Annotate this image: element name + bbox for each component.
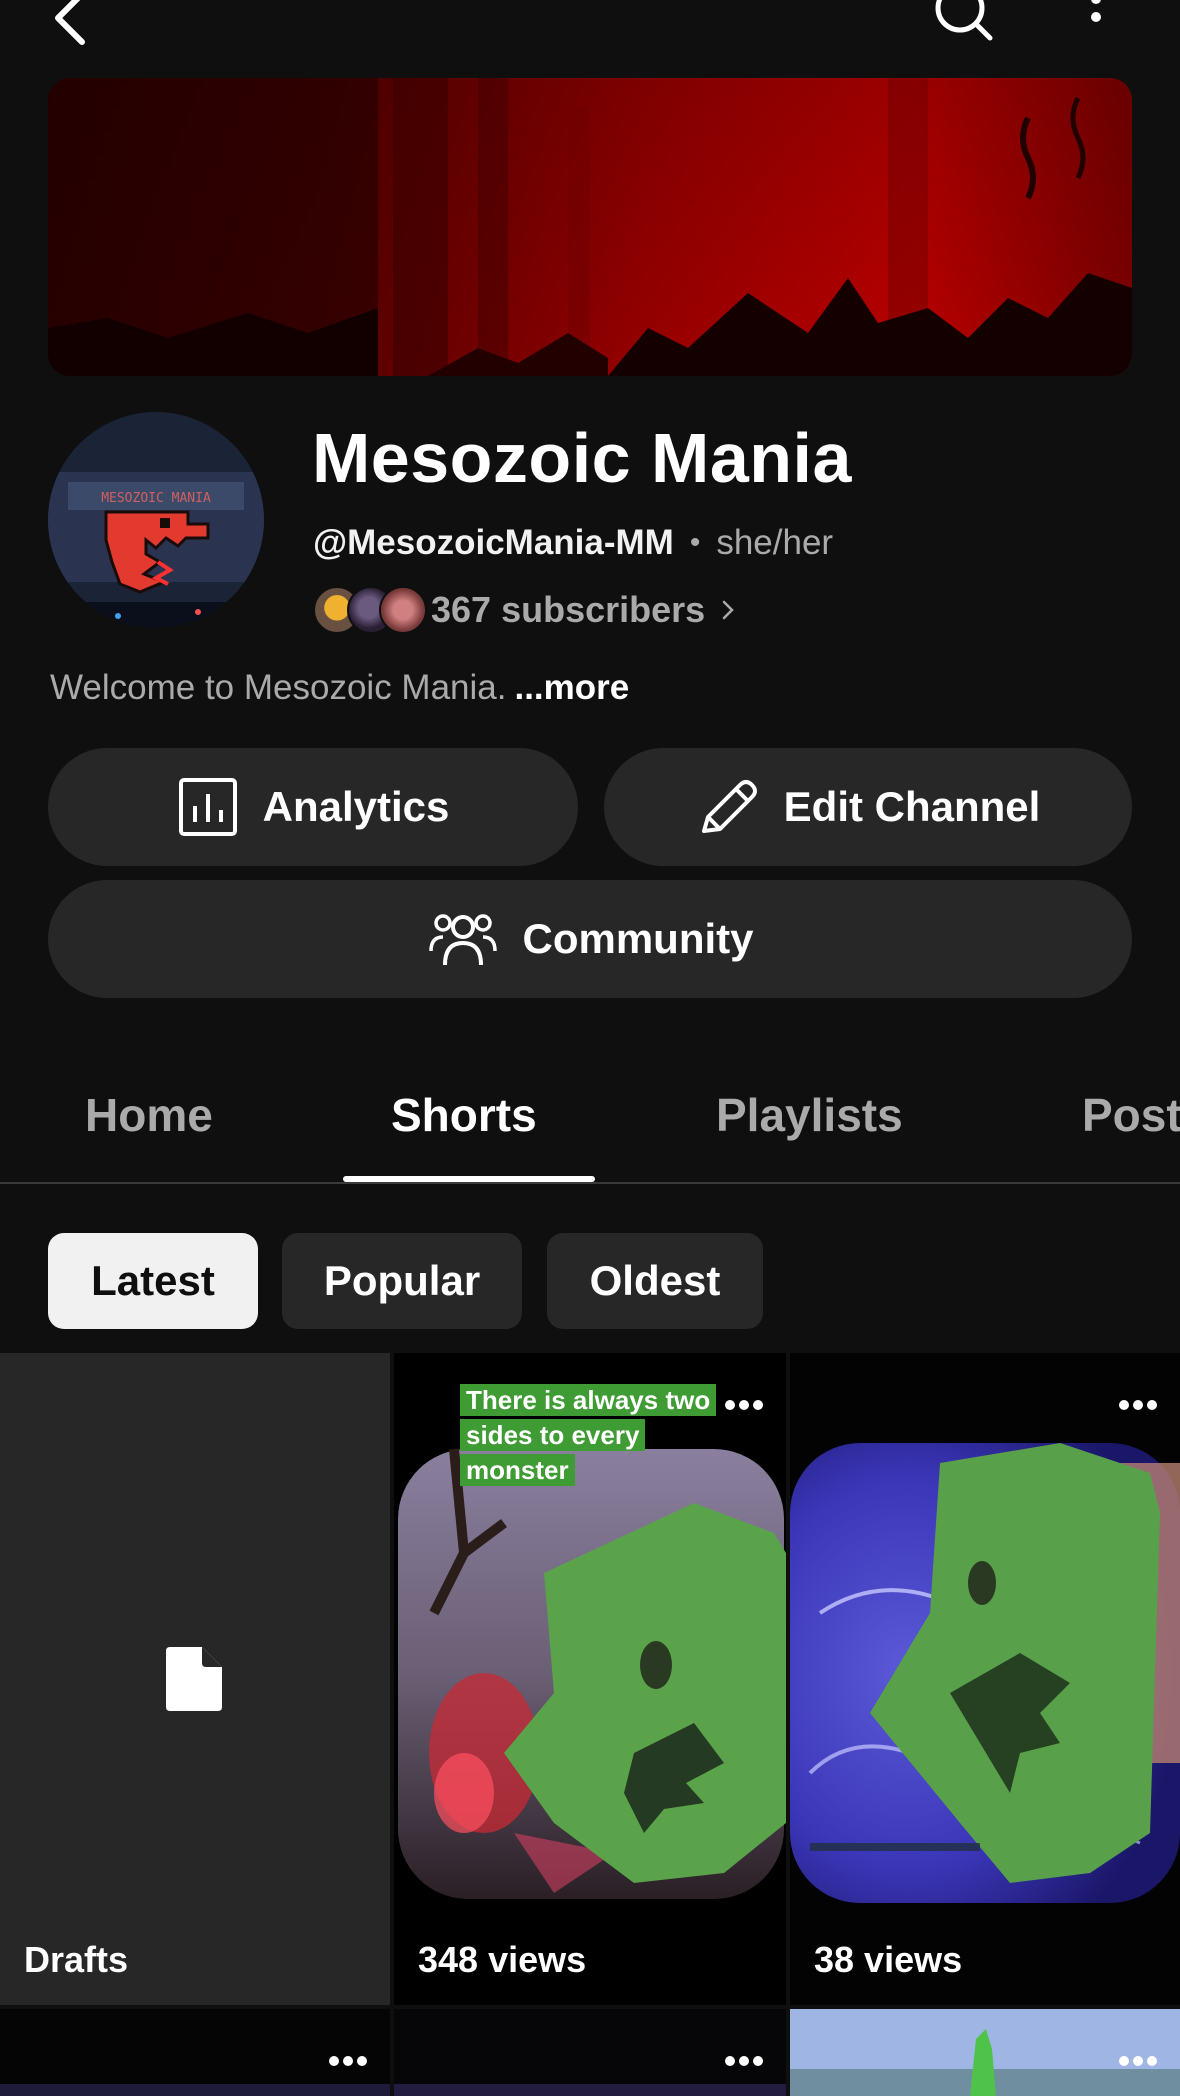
more-horizontal-icon[interactable] bbox=[328, 2055, 368, 2067]
more-vertical-icon[interactable] bbox=[1080, 0, 1112, 50]
chip-latest[interactable]: Latest bbox=[48, 1233, 258, 1329]
short-thumbnail[interactable] bbox=[0, 2009, 390, 2096]
drafts-label: Drafts bbox=[24, 1939, 129, 1980]
more-horizontal-icon[interactable] bbox=[724, 2055, 764, 2067]
drafts-tile[interactable]: Drafts bbox=[0, 1353, 390, 2005]
tab-shorts[interactable]: Shorts bbox=[391, 1088, 537, 1142]
tab-posts[interactable]: Posts bbox=[1082, 1088, 1180, 1142]
short-thumbnail-image bbox=[790, 1443, 1180, 1903]
short-thumbnail-image bbox=[790, 2009, 1180, 2096]
pencil-icon bbox=[701, 780, 757, 833]
short-caption-text: There is always two sides to every monst… bbox=[460, 1384, 717, 1486]
tab-playlists[interactable]: Playlists bbox=[716, 1088, 903, 1142]
separator-dot: • bbox=[689, 526, 701, 559]
channel-description[interactable]: Welcome to Mesozoic Mania. ...more bbox=[50, 668, 629, 708]
analytics-icon bbox=[178, 778, 237, 836]
chip-oldest[interactable]: Oldest bbox=[547, 1233, 763, 1329]
channel-pronouns: she/her bbox=[716, 523, 834, 562]
chip-popular[interactable]: Popular bbox=[282, 1233, 522, 1329]
more-horizontal-icon[interactable] bbox=[724, 1399, 764, 1411]
subscribers-link[interactable]: 367 subscribers bbox=[313, 584, 735, 636]
search-icon[interactable] bbox=[928, 0, 998, 46]
subscriber-count: 367 subscribers bbox=[431, 589, 706, 630]
active-tab-indicator bbox=[343, 1176, 595, 1182]
edit-channel-button[interactable]: Edit Channel bbox=[604, 748, 1132, 866]
chevron-right-icon bbox=[722, 600, 734, 620]
channel-handle-row: @MesozoicMania-MM • she/her bbox=[313, 523, 833, 563]
more-horizontal-icon[interactable] bbox=[1118, 2055, 1158, 2067]
tab-home[interactable]: Home bbox=[85, 1088, 213, 1142]
chevron-left-icon[interactable] bbox=[44, 0, 100, 46]
channel-tabs: Home Shorts Playlists Posts bbox=[0, 1050, 1180, 1184]
channel-avatar[interactable]: MESOZOIC MANIA bbox=[48, 412, 264, 628]
short-thumbnail[interactable] bbox=[790, 2009, 1180, 2096]
community-icon bbox=[428, 914, 497, 966]
analytics-button[interactable]: Analytics bbox=[48, 748, 578, 866]
channel-banner bbox=[48, 78, 1132, 376]
short-views: 38 views bbox=[814, 1939, 963, 1980]
top-bar bbox=[0, 0, 1180, 60]
avatar-logo-text: MESOZOIC MANIA bbox=[101, 491, 211, 506]
more-horizontal-icon[interactable] bbox=[1118, 1399, 1158, 1411]
short-thumbnail[interactable] bbox=[394, 2009, 786, 2096]
short-views: 348 views bbox=[418, 1939, 587, 1980]
community-button[interactable]: Community bbox=[48, 880, 1132, 998]
more-link[interactable]: ...more bbox=[514, 668, 629, 707]
document-icon bbox=[166, 1647, 222, 1711]
community-label: Community bbox=[522, 915, 754, 962]
analytics-label: Analytics bbox=[262, 783, 450, 830]
thumbnail-strip bbox=[0, 2084, 390, 2096]
subscriber-avatar bbox=[379, 586, 427, 634]
subscriber-avatars bbox=[313, 584, 427, 636]
thumbnail-strip bbox=[394, 2084, 786, 2096]
short-caption: There is always two sides to every monst… bbox=[460, 1383, 730, 1488]
edit-channel-label: Edit Channel bbox=[783, 783, 1041, 830]
short-thumbnail[interactable]: There is always two sides to every monst… bbox=[394, 1353, 786, 2005]
dino-logo-avatar: MESOZOIC MANIA bbox=[48, 412, 264, 628]
description-text: Welcome to Mesozoic Mania. bbox=[50, 668, 507, 707]
channel-name: Mesozoic Mania bbox=[312, 419, 852, 497]
short-thumbnail[interactable]: 38 views bbox=[790, 1353, 1180, 2005]
banner-artwork bbox=[48, 78, 1132, 376]
channel-handle: @MesozoicMania-MM bbox=[313, 523, 674, 562]
